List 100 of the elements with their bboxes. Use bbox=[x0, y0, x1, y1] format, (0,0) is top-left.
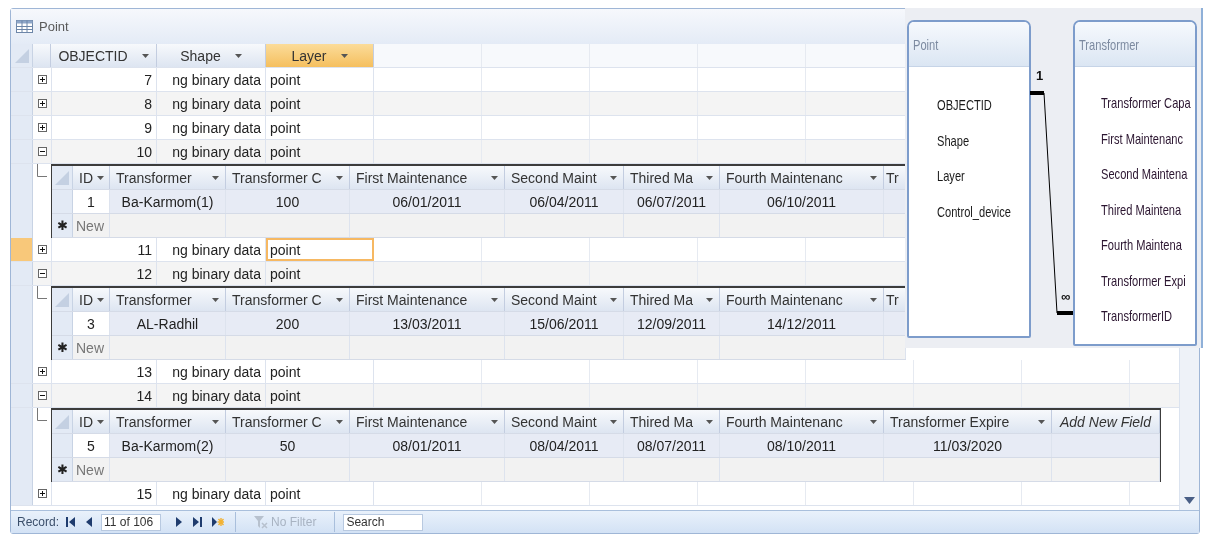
field-name[interactable]: Transformer Expi bbox=[1101, 271, 1186, 289]
dropdown-caret-icon[interactable] bbox=[340, 53, 348, 58]
dropdown-caret-icon[interactable] bbox=[212, 297, 219, 302]
expand-icon[interactable] bbox=[37, 99, 47, 108]
dropdown-caret-icon[interactable] bbox=[610, 175, 617, 180]
dropdown-caret-icon[interactable] bbox=[336, 297, 343, 302]
new-record-label[interactable]: New bbox=[73, 339, 109, 356]
table-cell: 5 bbox=[73, 434, 110, 457]
dropdown-caret-icon[interactable] bbox=[706, 297, 713, 302]
dropdown-caret-icon[interactable] bbox=[97, 175, 104, 180]
table-cell: ng binary data bbox=[157, 262, 266, 285]
field-name[interactable]: Control_device bbox=[937, 202, 1012, 220]
new-record-label[interactable]: New bbox=[73, 461, 109, 478]
dropdown-caret-icon[interactable] bbox=[212, 419, 219, 424]
expand-icon[interactable] bbox=[37, 75, 47, 84]
table-cell: point bbox=[266, 238, 374, 261]
field-name[interactable]: Transformer Capa bbox=[1101, 94, 1191, 112]
table-cell: 15 bbox=[51, 482, 157, 505]
dropdown-caret-icon[interactable] bbox=[1038, 419, 1045, 424]
table-cell: 11 bbox=[51, 238, 157, 261]
table-cell: 08/07/2011 bbox=[624, 434, 720, 457]
table-cell: point bbox=[266, 360, 374, 383]
table-title: Point bbox=[913, 35, 939, 53]
table-cell: point bbox=[266, 482, 374, 505]
field-name[interactable]: Layer bbox=[937, 167, 965, 185]
table-cell: ng binary data bbox=[157, 238, 266, 261]
table-cell: point bbox=[266, 92, 374, 115]
field-name[interactable]: Thired Maintena bbox=[1101, 200, 1182, 218]
new-record-marker: ✱ bbox=[56, 340, 68, 355]
expand-icon[interactable] bbox=[37, 489, 47, 498]
dropdown-caret-icon[interactable] bbox=[234, 53, 242, 58]
new-record-marker: ✱ bbox=[56, 462, 68, 477]
scroll-down-icon[interactable] bbox=[1184, 497, 1195, 504]
dropdown-caret-icon[interactable] bbox=[706, 175, 713, 180]
table-cell: 100 bbox=[226, 190, 350, 213]
one-side-label: 1 bbox=[1036, 68, 1044, 83]
table-title: Transformer bbox=[1079, 35, 1140, 53]
record-number-field[interactable]: 11 of 106 bbox=[101, 513, 162, 531]
table-cell: 9 bbox=[51, 116, 157, 139]
dropdown-caret-icon[interactable] bbox=[336, 175, 343, 180]
table-cell: 50 bbox=[226, 434, 350, 457]
table-cell: point bbox=[266, 384, 374, 407]
table-cell: 8 bbox=[51, 92, 157, 115]
dropdown-caret-icon[interactable] bbox=[491, 419, 498, 424]
table-cell: 13/03/2011 bbox=[350, 312, 505, 335]
column-header[interactable]: Shape bbox=[157, 44, 266, 67]
filter-icon bbox=[254, 515, 269, 529]
vertical-scrollbar[interactable] bbox=[1179, 346, 1199, 510]
collapse-icon[interactable] bbox=[37, 147, 47, 156]
field-name[interactable]: Second Maintena bbox=[1101, 165, 1188, 183]
previous-record-icon bbox=[85, 517, 95, 527]
table-cell: 14/12/2011 bbox=[720, 312, 884, 335]
dropdown-caret-icon[interactable] bbox=[491, 175, 498, 180]
new-record-label[interactable]: New bbox=[73, 217, 109, 234]
table-cell: ng binary data bbox=[157, 384, 266, 407]
expand-icon[interactable] bbox=[37, 245, 47, 254]
search-field[interactable]: Search bbox=[343, 513, 424, 531]
column-header[interactable]: OBJECTID bbox=[51, 44, 157, 67]
dropdown-caret-icon[interactable] bbox=[870, 297, 877, 302]
table-cell: ng binary data bbox=[157, 116, 266, 139]
collapse-icon[interactable] bbox=[37, 269, 47, 278]
table-cell: 1 bbox=[73, 190, 110, 213]
tree-line bbox=[37, 286, 47, 299]
dropdown-caret-icon[interactable] bbox=[97, 419, 104, 424]
dropdown-caret-icon[interactable] bbox=[870, 175, 877, 180]
dropdown-caret-icon[interactable] bbox=[610, 419, 617, 424]
field-name[interactable]: TransformerID bbox=[1101, 307, 1173, 325]
expand-icon[interactable] bbox=[37, 123, 47, 132]
column-header[interactable]: Layer bbox=[266, 44, 374, 67]
dropdown-caret-icon[interactable] bbox=[141, 53, 149, 58]
dropdown-caret-icon[interactable] bbox=[212, 175, 219, 180]
field-name[interactable]: Fourth Maintena bbox=[1101, 236, 1182, 254]
table-cell: 12/09/2011 bbox=[624, 312, 720, 335]
table-cell: 13 bbox=[51, 360, 157, 383]
collapse-icon[interactable] bbox=[37, 391, 47, 400]
field-name[interactable]: First Maintenanc bbox=[1101, 129, 1184, 147]
table-cell: point bbox=[266, 116, 374, 139]
dropdown-caret-icon[interactable] bbox=[336, 419, 343, 424]
dropdown-caret-icon[interactable] bbox=[97, 297, 104, 302]
table-cell: Ba-Karmom(2) bbox=[110, 434, 226, 457]
table-cell: AL-Radhil bbox=[110, 312, 226, 335]
table-cell: 15/06/2011 bbox=[505, 312, 624, 335]
table-box[interactable]: Transformer Transformer Capa First Maintenanc Second Maintena Thired Maintena Fourth Maintena Transformer Expi TransformerID bbox=[1073, 20, 1197, 346]
dropdown-caret-icon[interactable] bbox=[491, 297, 498, 302]
field-name[interactable]: Shape bbox=[937, 131, 970, 149]
new-record-marker: ✱ bbox=[56, 218, 68, 233]
table-cell: ng binary data bbox=[157, 140, 266, 163]
dropdown-caret-icon[interactable] bbox=[870, 419, 877, 424]
expand-icon[interactable] bbox=[37, 367, 47, 376]
table-cell: point bbox=[266, 262, 374, 285]
record-label: Record: bbox=[17, 515, 60, 529]
dropdown-caret-icon[interactable] bbox=[610, 297, 617, 302]
table-box[interactable]: Point OBJECTID Shape Layer Control_device bbox=[907, 20, 1031, 338]
dropdown-caret-icon[interactable] bbox=[706, 419, 713, 424]
field-name[interactable]: OBJECTID bbox=[937, 96, 992, 114]
table-cell: point bbox=[266, 68, 374, 91]
first-record-icon bbox=[66, 517, 76, 527]
table-cell: 7 bbox=[51, 68, 157, 91]
table-cell: ng binary data bbox=[157, 360, 266, 383]
table-cell: ng binary data bbox=[157, 68, 266, 91]
